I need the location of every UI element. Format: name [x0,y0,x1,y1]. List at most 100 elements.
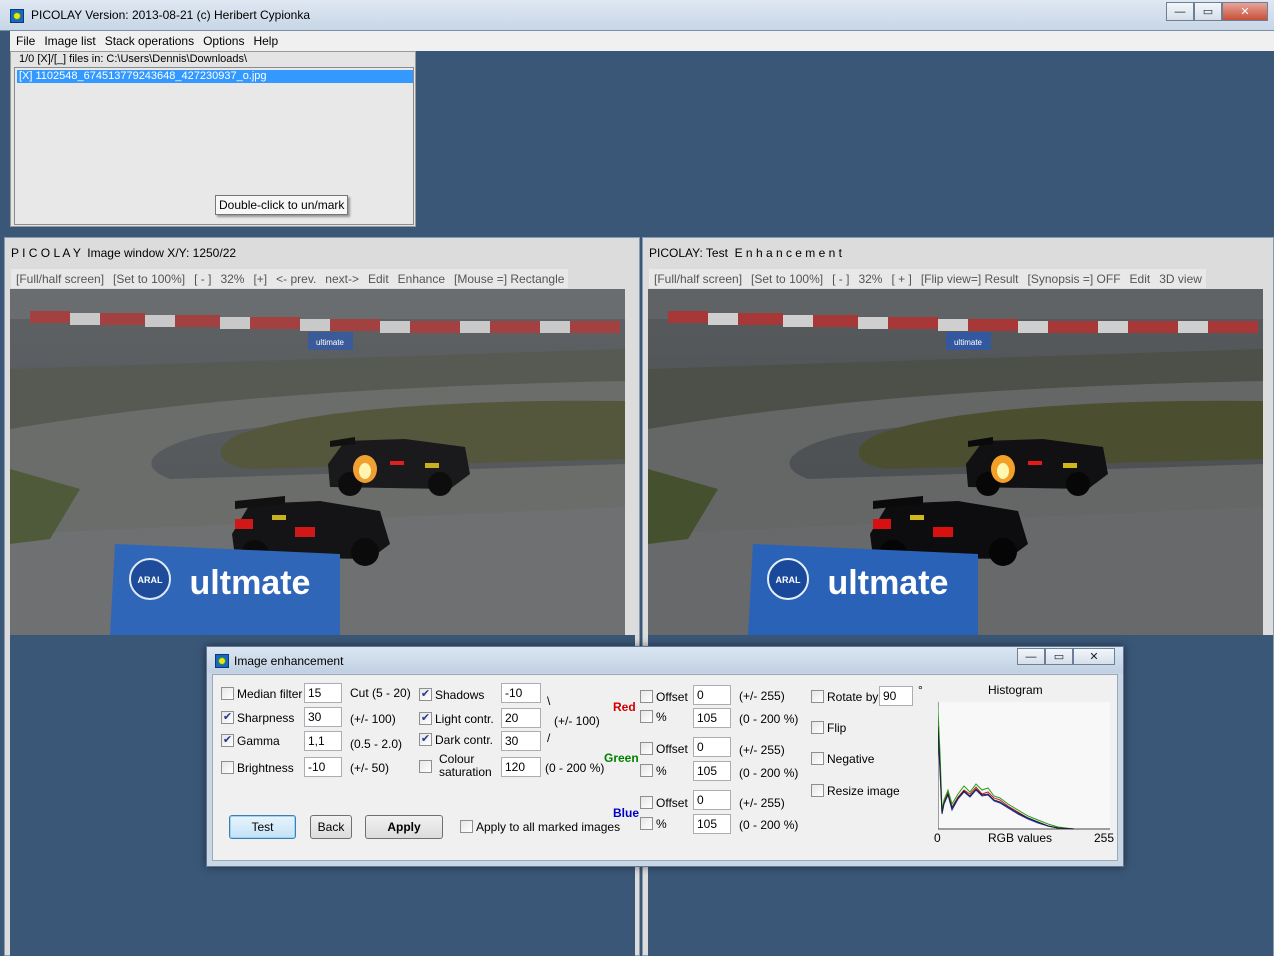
blue-channel-label: Blue [613,806,640,820]
negative-checkbox[interactable] [811,752,824,765]
colour-saturation-checkbox[interactable] [419,760,432,773]
light-contr-label: Light contr. [435,712,494,726]
blue-offset-checkbox[interactable] [640,796,653,809]
menu-file[interactable]: File [16,34,35,48]
median-filter-checkbox[interactable] [221,687,234,700]
prev-button[interactable]: <- prev. [276,272,316,286]
rotate-label: Rotate by [827,690,879,704]
dialog-minimize-button[interactable]: — [1017,648,1045,665]
menu-stack-operations[interactable]: Stack operations [105,34,194,48]
mouse-mode-button[interactable]: [Mouse =] Rectangle [454,272,564,286]
app-title: PICOLAY Version: 2013-08-21 (c) Heribert… [31,8,311,22]
rotate-field[interactable]: 90 [879,686,913,706]
green-percent-field[interactable]: 105 [693,761,731,781]
dark-contr-field[interactable]: 30 [501,731,541,751]
image-window-title: P I C O L A Y Image window X/Y: 1250/22 [11,246,237,260]
green-offset-hint: (+/- 255) [739,743,785,757]
menu-options[interactable]: Options [203,34,244,48]
set-100-button[interactable]: [Set to 100%] [113,272,185,286]
dialog-close-button[interactable]: ✕ [1073,648,1115,665]
dialog-body: Median filter 15 Cut (5 - 20) ✔ Sharpnes… [212,674,1118,861]
edit-button[interactable]: Edit [368,272,389,286]
full-half-screen-button[interactable]: [Full/half screen] [16,272,104,286]
brightness-hint: (+/- 50) [350,761,390,775]
resize-image-checkbox[interactable] [811,784,824,797]
menu-image-list[interactable]: Image list [44,34,95,48]
banner-text: ultmate [190,564,311,602]
test-zoom-out-button[interactable]: [ - ] [832,272,849,286]
flip-checkbox[interactable] [811,721,824,734]
test-set-100-button[interactable]: [Set to 100%] [751,272,823,286]
negative-label: Negative [827,752,875,766]
green-percent-checkbox[interactable] [640,764,653,777]
light-contr-field[interactable]: 20 [501,708,541,728]
colour-saturation-hint: (0 - 200 %) [545,761,605,775]
back-button[interactable]: Back [310,815,352,839]
test-button[interactable]: Test [229,815,296,839]
colour-saturation-field[interactable]: 120 [501,757,541,777]
blue-percent-label: % [656,817,667,831]
green-offset-checkbox[interactable] [640,742,653,755]
gamma-checkbox[interactable]: ✔ [221,734,234,747]
file-list-item[interactable]: [X] 1102548_674513779243648_427230937_o.… [17,70,413,83]
synopsis-button[interactable]: [Synopsis =] OFF [1028,272,1121,286]
shadows-field[interactable]: -10 [501,683,541,703]
red-percent-checkbox[interactable] [640,710,653,723]
median-filter-field[interactable]: 15 [304,683,342,703]
brightness-checkbox[interactable] [221,761,234,774]
sharpness-checkbox[interactable]: ✔ [221,711,234,724]
test-zoom-in-button[interactable]: [ + ] [891,272,911,286]
dialog-maximize-button[interactable]: ▭ [1045,648,1073,665]
minimize-button[interactable]: — [1166,2,1194,21]
close-button[interactable]: ✕ [1222,2,1268,21]
test-full-half-screen-button[interactable]: [Full/half screen] [654,272,742,286]
apply-button[interactable]: Apply [365,815,443,839]
menu-help[interactable]: Help [253,34,278,48]
maximize-button[interactable]: ▭ [1194,2,1222,21]
red-offset-checkbox[interactable] [640,690,653,703]
green-offset-field[interactable]: 0 [693,737,731,757]
blue-percent-field[interactable]: 105 [693,814,731,834]
image-window-toolbar: [Full/half screen] [Set to 100%] [ - ] 3… [11,269,569,288]
apply-all-checkbox[interactable] [460,820,473,833]
green-offset-label: Offset [656,742,688,756]
3d-view-button[interactable]: 3D view [1159,272,1202,286]
enhanced-image[interactable]: ultimate ARAL ultmate [648,289,1263,635]
original-image[interactable]: ultimate ARAL ultmate [10,289,625,635]
gamma-field[interactable]: 1,1 [304,731,342,751]
aral-logo-text: ARAL [776,575,801,585]
red-percent-field[interactable]: 105 [693,708,731,728]
zoom-out-button[interactable]: [ - ] [194,272,211,286]
blue-percent-hint: (0 - 200 %) [739,818,799,832]
brightness-field[interactable]: -10 [304,757,342,777]
blue-percent-checkbox[interactable] [640,817,653,830]
file-listbox[interactable]: [X] 1102548_674513779243648_427230937_o.… [14,67,414,225]
enhance-button[interactable]: Enhance [398,272,445,286]
sharpness-field[interactable]: 30 [304,707,342,727]
image-enhancement-dialog: Image enhancement — ▭ ✕ Median filter 15… [206,646,1124,867]
histogram-title: Histogram [988,683,1043,697]
blue-offset-hint: (+/- 255) [739,796,785,810]
red-percent-hint: (0 - 200 %) [739,712,799,726]
saturation-label: saturation [439,765,492,779]
red-offset-label: Offset [656,690,688,704]
dialog-title-bar: Image enhancement — ▭ ✕ [207,647,1123,673]
zoom-in-button[interactable]: [+] [253,272,267,286]
tooltip: Double-click to un/mark [215,195,349,215]
light-contr-checkbox[interactable]: ✔ [419,712,432,725]
test-zoom-level: 32% [858,271,883,286]
red-channel-label: Red [613,700,636,714]
shadows-checkbox[interactable]: ✔ [419,688,432,701]
sharpness-label: Sharpness [237,711,295,725]
next-button[interactable]: next-> [325,272,359,286]
red-offset-field[interactable]: 0 [693,685,731,705]
flip-view-button[interactable]: [Flip view=] Result [921,272,1019,286]
blue-offset-field[interactable]: 0 [693,790,731,810]
red-percent-label: % [656,710,667,724]
test-edit-button[interactable]: Edit [1130,272,1151,286]
median-filter-hint: Cut (5 - 20) [350,686,411,700]
rotate-checkbox[interactable] [811,690,824,703]
dialog-window-controls: — ▭ ✕ [1017,648,1115,665]
sharpness-hint: (+/- 100) [350,712,396,726]
dark-contr-checkbox[interactable]: ✔ [419,733,432,746]
